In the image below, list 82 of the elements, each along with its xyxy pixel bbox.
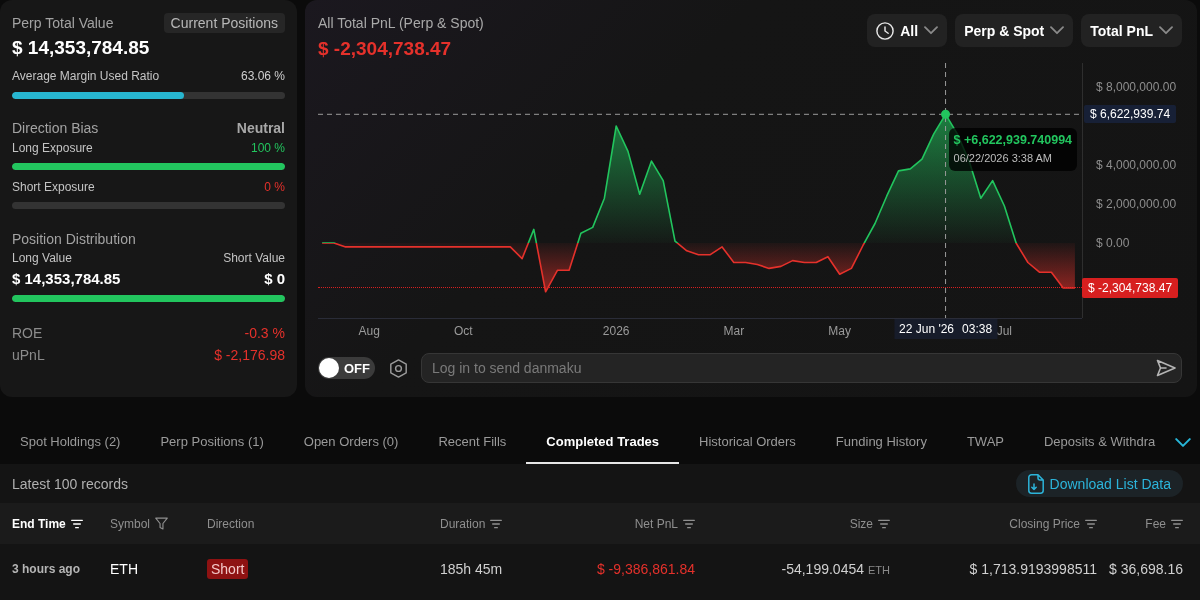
chevron-down-icon[interactable] (1175, 437, 1192, 447)
records-caption: Latest 100 records (12, 475, 128, 492)
long-value-label: Long Value (12, 250, 72, 266)
column-header[interactable]: Size (849, 516, 873, 531)
column-header[interactable]: Symbol (110, 516, 150, 531)
column-header[interactable]: End Time (12, 516, 66, 531)
toggle-knob-icon (319, 358, 339, 378)
size-unit: ETH (868, 563, 890, 576)
crosshair-date: 22 Jun '26 (899, 321, 955, 338)
x-axis-label: Oct (453, 324, 473, 338)
tab[interactable]: Perp Positions (1) (140, 420, 284, 464)
time-range-dropdown[interactable]: All (867, 14, 948, 47)
pnl-cell: $ -9,386,861.84 (596, 560, 695, 577)
long-value: $ 14,353,784.85 (12, 269, 121, 289)
direction-bias-label: Direction Bias (12, 119, 99, 137)
positions-button[interactable]: Current Positions (163, 13, 285, 33)
tab[interactable]: Deposits & Withdra (1024, 420, 1176, 464)
table-cell: $ 1,713.9193998511 (969, 560, 1097, 577)
chevron-down-icon (1159, 26, 1173, 35)
x-axis-label: Jul (996, 324, 1013, 338)
chevron-down-icon (1050, 26, 1065, 35)
send-icon[interactable] (1156, 358, 1176, 378)
tab[interactable]: Funding History (815, 420, 947, 464)
x-axis-label: 2026 (602, 324, 630, 338)
x-axis-label: Mar (723, 324, 745, 338)
tab[interactable]: TWAP (946, 420, 1024, 464)
exposure-label: Long Exposure (12, 140, 93, 156)
x-axis-label: May (828, 324, 851, 338)
size-value: -54,199.0454 (781, 560, 864, 577)
tooltip-time: 06/22/2026 3:38 AM (953, 151, 1053, 166)
clock-icon (876, 21, 895, 40)
tab[interactable]: Open Orders (0) (283, 420, 419, 464)
x-axis-label: Aug (358, 324, 380, 338)
short-value-label: Short Value (223, 250, 285, 266)
filter-dropdown[interactable]: Perp & Spot (955, 14, 1074, 47)
direction-bias-value: Neutral (236, 119, 285, 137)
table-cell: $ 36,698.16 (1109, 560, 1183, 577)
margin-ratio-label: Average Margin Used Ratio (12, 68, 160, 84)
metric-label: ROE (12, 324, 43, 342)
distribution-label: Position Distribution (12, 230, 136, 248)
y-axis-label: $ 4,000,000.00 (1096, 158, 1177, 172)
settings-icon[interactable] (389, 358, 408, 378)
crosshair-marker (941, 109, 951, 119)
pnl-title: All Total PnL (Perp & Spot) (318, 14, 484, 32)
margin-ratio-value: 63.06 % (240, 68, 285, 84)
exposure-value: 0 % (264, 179, 285, 195)
short-value: $ 0 (264, 269, 285, 289)
y-axis-label: $ 0.00 (1096, 236, 1130, 250)
column-header[interactable]: Fee (1145, 516, 1166, 531)
exposure-label: Short Exposure (12, 179, 95, 195)
perp-total-label: Perp Total Value (12, 14, 114, 32)
danmaku-input[interactable]: Log in to send danmaku (421, 353, 1182, 383)
pnl-total: $ -2,304,738.47 (318, 37, 453, 61)
perp-total-value: $ 14,353,784.85 (12, 36, 150, 60)
metric-value: -0.3 % (244, 324, 285, 342)
filter-icon[interactable] (155, 517, 168, 530)
time-cell: 3 hours ago (12, 561, 80, 576)
tab[interactable]: Historical Orders (679, 420, 816, 464)
y-axis-label: $ 8,000,000.00 (1096, 80, 1177, 94)
crosshair-price-label: $ 6,622,939.74 (1084, 105, 1177, 124)
download-button[interactable]: Download List Data (1015, 470, 1183, 497)
column-header[interactable]: Closing Price (1009, 516, 1080, 531)
filter-dropdown[interactable]: Total PnL (1081, 14, 1182, 47)
column-header[interactable]: Duration (440, 516, 486, 531)
crosshair-time: 03:38 (962, 321, 993, 338)
sort-icon[interactable] (70, 517, 83, 530)
last-value-label: $ -2,304,738.47 (1082, 277, 1179, 298)
tooltip-value: $ +6,622,939.740994 (953, 133, 1073, 149)
tab[interactable]: Recent Fills (418, 420, 527, 464)
danmaku-toggle[interactable]: OFF (318, 357, 375, 379)
column-header[interactable]: Net PnL (634, 516, 678, 531)
table-cell: 185h 45m (440, 560, 503, 577)
file-download-icon (1025, 473, 1046, 494)
symbol-cell: ETH (110, 560, 138, 577)
exposure-value: 100 % (250, 140, 285, 156)
tab[interactable]: Spot Holdings (2) (0, 420, 141, 464)
chevron-down-icon (924, 26, 939, 35)
direction-badge: Short (207, 558, 249, 579)
metric-label: uPnL (12, 346, 45, 364)
metric-value: $ -2,176.98 (214, 346, 285, 364)
column-header: Direction (207, 516, 255, 531)
y-axis-label: $ 2,000,000.00 (1096, 197, 1177, 211)
